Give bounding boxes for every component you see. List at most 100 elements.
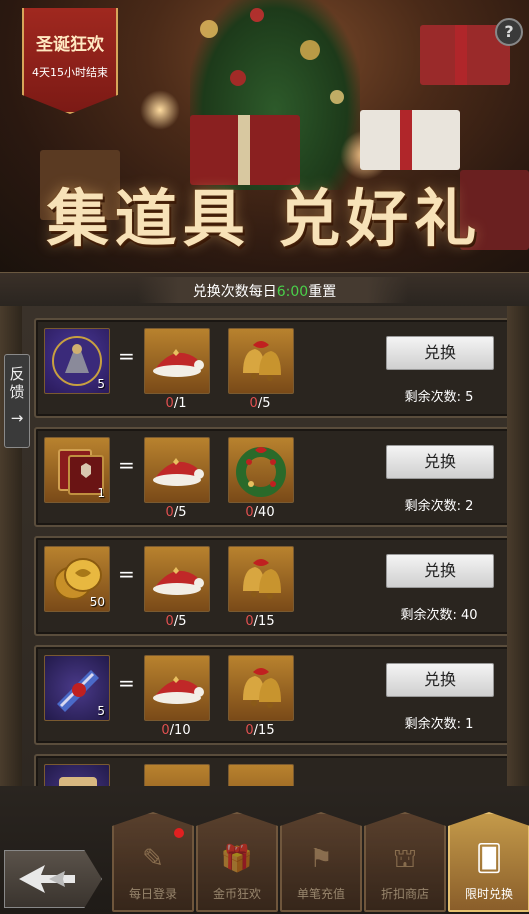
ornament (330, 90, 344, 104)
remaining-label: 剩余次数: (404, 717, 461, 732)
tab-label: 每日登录 (128, 887, 177, 901)
tab-daily-login[interactable]: ✎ 每日登录 (112, 812, 194, 912)
ornament (300, 40, 320, 60)
cost-slot[interactable] (228, 655, 294, 721)
christmas-bells-icon (243, 559, 281, 599)
tab-label: 金币狂欢 (212, 887, 261, 901)
cost-slot[interactable] (144, 328, 210, 394)
gift-icon: 🎁 (220, 844, 254, 874)
cost-progress: 0/5 (144, 614, 208, 629)
exchange-cards-icon: 🂠 (475, 844, 503, 874)
cost-current: 0 (165, 505, 174, 520)
cost-required: /15 (253, 723, 275, 738)
exchange-button[interactable]: 兑换 (386, 445, 494, 479)
equals-sign: = (118, 344, 135, 368)
cost-current: 0 (245, 723, 254, 738)
equals-sign: = (118, 562, 135, 586)
ornament (230, 70, 246, 86)
cost-current: 0 (245, 614, 254, 629)
right-rail (507, 306, 529, 786)
exchange-button[interactable]: 兑换 (386, 663, 494, 697)
cost-required: /40 (253, 505, 275, 520)
exchange-button[interactable]: 兑换 (386, 554, 494, 588)
reward-slot[interactable]: 1 (44, 437, 110, 503)
remaining-label: 剩余次数: (404, 390, 461, 405)
christmas-bells-icon (243, 668, 281, 708)
remaining-value: 1 (465, 717, 474, 732)
cost-current: 0 (245, 505, 254, 520)
cost-required: /5 (257, 396, 271, 411)
santa-hat-icon (153, 458, 204, 486)
santa-hat-icon (153, 676, 204, 704)
gift-ribbon (455, 25, 467, 85)
reset-suffix: 重置 (308, 284, 337, 300)
tab-gold-carnival[interactable]: 🎁 金币狂欢 (196, 812, 278, 912)
remaining-count: 剩余次数: 1 (366, 713, 512, 732)
reward-slot[interactable]: 5 (44, 328, 110, 394)
cost-progress: 0/15 (228, 614, 292, 629)
cost-progress: 0/10 (144, 723, 208, 738)
cost-current: 0 (249, 396, 258, 411)
exchange-row (34, 754, 519, 786)
cost-slot[interactable] (144, 437, 210, 503)
cost-current: 0 (165, 396, 174, 411)
shop-icon: ⛫ (393, 844, 417, 874)
remaining-label: 剩余次数: (400, 608, 457, 623)
cost-required: /10 (169, 723, 191, 738)
banner-icon: ⚑ (309, 844, 333, 874)
remaining-label: 剩余次数: (404, 499, 461, 514)
tab-label: 单笔充值 (296, 887, 345, 901)
event-countdown: 4天15小时结束 (32, 66, 108, 79)
event-badge: 圣诞狂欢 4天15小时结束 (22, 8, 118, 114)
reward-slot[interactable] (44, 764, 110, 786)
cost-slot[interactable] (228, 437, 294, 503)
cost-slot[interactable] (228, 764, 294, 786)
cost-slot[interactable] (144, 764, 210, 786)
cost-slot[interactable] (144, 546, 210, 612)
reward-slot[interactable]: 50 (44, 546, 110, 612)
quill-icon: ✎ (142, 844, 164, 874)
reset-prefix: 兑换次数每日 (192, 284, 277, 300)
cost-required: /15 (253, 614, 275, 629)
cost-slot[interactable] (228, 546, 294, 612)
reward-quantity: 50 (89, 595, 105, 609)
tab-limited-exchange[interactable]: 🂠 限时兑换 (448, 812, 529, 912)
banner-title: 集道具 兑好礼 (46, 182, 483, 255)
feedback-label: 反馈 (9, 365, 25, 401)
remaining-value: 2 (465, 499, 474, 514)
christmas-wreath-icon (236, 447, 286, 497)
cost-slot[interactable] (144, 655, 210, 721)
reward-quantity: 5 (97, 377, 105, 391)
ornament (200, 20, 218, 38)
candle-glow (140, 90, 180, 130)
help-button[interactable]: ? (495, 18, 523, 46)
reward-slot[interactable]: 5 (44, 655, 110, 721)
exchange-button[interactable]: 兑换 (386, 336, 494, 370)
remaining-count: 剩余次数: 40 (366, 604, 512, 623)
event-title: 圣诞狂欢 (36, 35, 104, 55)
equals-sign: = (118, 453, 135, 477)
remaining-value: 5 (465, 390, 474, 405)
cost-slot[interactable] (228, 328, 294, 394)
tab-discount-shop[interactable]: ⛫ 折扣商店 (364, 812, 446, 912)
feedback-tab[interactable]: 反馈 → (4, 354, 30, 448)
exchange-row: 1 = 0/5 0/40 兑换 剩余次数: 2 (34, 427, 519, 527)
tab-label: 折扣商店 (380, 887, 429, 901)
cost-progress: 0/1 (144, 396, 208, 411)
santa-hat-icon (153, 349, 204, 377)
exchange-row: 5 = 0/1 0/5 兑换 剩余次数: 5 (34, 318, 519, 418)
cost-progress: 0/15 (228, 723, 292, 738)
arrow-right-icon: → (10, 409, 24, 427)
cost-progress: 0/5 (144, 505, 208, 520)
reward-quantity: 5 (97, 704, 105, 718)
remaining-count: 剩余次数: 2 (366, 495, 512, 514)
exchange-row: 50 = 0/5 0/15 兑换 剩余次数: 40 (34, 536, 519, 636)
cost-required: /1 (173, 396, 187, 411)
reward-quantity: 1 (97, 486, 105, 500)
exchange-list[interactable]: 5 = 0/1 0/5 兑换 剩余次数: 5 1 = 0/5 0/40 兑换 剩… (10, 306, 519, 786)
tab-single-recharge[interactable]: ⚑ 单笔充值 (280, 812, 362, 912)
notification-dot (174, 828, 184, 838)
cost-required: /5 (173, 614, 187, 629)
exchange-row: 5 = 0/10 0/15 兑换 剩余次数: 1 (34, 645, 519, 745)
back-button[interactable] (4, 850, 102, 908)
